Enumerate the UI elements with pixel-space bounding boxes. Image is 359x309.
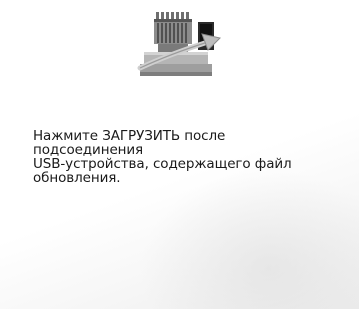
embroidery-machine-update-icon: [130, 6, 230, 86]
update-screen: Нажмите ЗАГРУЗИТЬ после подсоединения US…: [0, 0, 359, 309]
instruction-message: Нажмите ЗАГРУЗИТЬ после подсоединения US…: [33, 128, 292, 186]
